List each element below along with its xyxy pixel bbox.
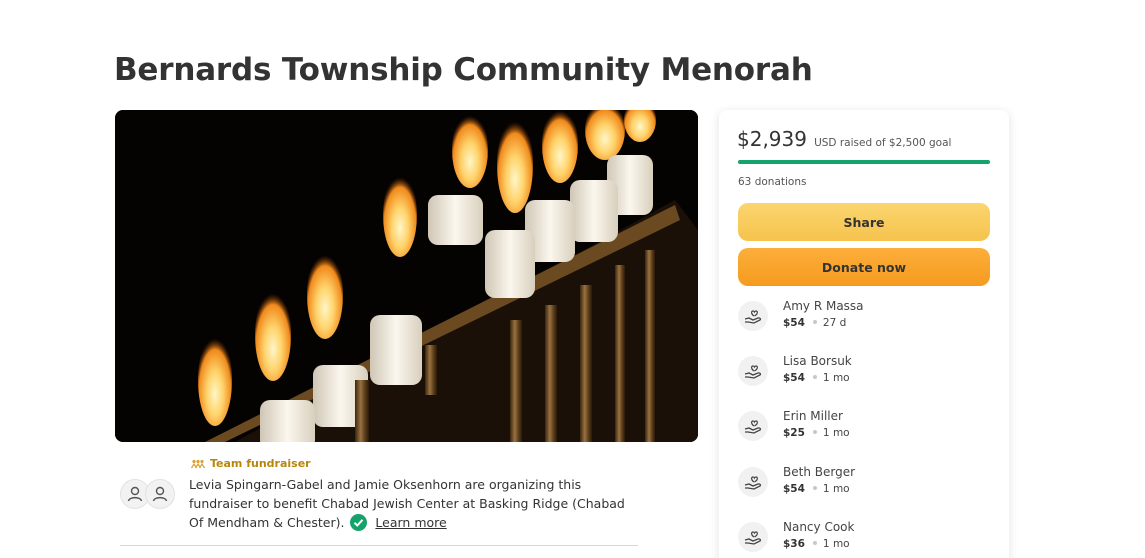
donor-name: Beth Berger bbox=[783, 465, 856, 479]
donor-item: Amy R Massa $54 27 d bbox=[738, 299, 988, 335]
section-divider bbox=[120, 545, 638, 546]
donor-name: Nancy Cook bbox=[783, 520, 855, 534]
donor-name: Lisa Borsuk bbox=[783, 354, 852, 368]
donor-item: Lisa Borsuk $54 1 mo bbox=[738, 354, 988, 390]
donation-hand-icon bbox=[738, 356, 768, 386]
donor-time: 1 mo bbox=[822, 427, 850, 439]
donor-time: 1 mo bbox=[822, 538, 850, 550]
donor-amount: $36 bbox=[783, 538, 805, 550]
donor-item: Nancy Cook $36 1 mo bbox=[738, 520, 988, 556]
donor-amount: $25 bbox=[783, 427, 805, 439]
goal-text: USD raised of $2,500 goal bbox=[814, 137, 952, 149]
raised-amount: $2,939 bbox=[737, 127, 807, 151]
page-title: Bernards Township Community Menorah bbox=[114, 52, 813, 88]
hero-image bbox=[115, 110, 698, 442]
organizer-section: Team fundraiser Levia Spingarn-Gabel and… bbox=[120, 455, 640, 545]
donor-item: Beth Berger $54 1 mo bbox=[738, 465, 988, 501]
donation-hand-icon bbox=[738, 522, 768, 552]
donor-meta: $36 1 mo bbox=[783, 538, 850, 550]
donor-item: Erin Miller $25 1 mo bbox=[738, 409, 988, 445]
verified-check-icon bbox=[350, 514, 368, 531]
team-icon bbox=[191, 459, 205, 468]
share-button[interactable]: Share bbox=[738, 203, 990, 241]
organizer-description: Levia Spingarn-Gabel and Jamie Oksenhorn… bbox=[189, 475, 634, 532]
donor-meta: $54 1 mo bbox=[783, 483, 850, 495]
team-fundraiser-label: Team fundraiser bbox=[191, 457, 311, 470]
donor-time: 27 d bbox=[822, 317, 847, 329]
donate-now-button[interactable]: Donate now bbox=[738, 248, 990, 286]
donor-name: Amy R Massa bbox=[783, 299, 864, 313]
donor-time: 1 mo bbox=[822, 483, 850, 495]
donation-hand-icon bbox=[738, 467, 768, 497]
menorah-candles-photo bbox=[115, 110, 698, 442]
progress-bar bbox=[738, 160, 990, 164]
donor-time: 1 mo bbox=[822, 372, 850, 384]
organizer-avatar[interactable] bbox=[145, 479, 175, 509]
donation-hand-icon bbox=[738, 411, 768, 441]
donation-hand-icon bbox=[738, 301, 768, 331]
donor-meta: $54 27 d bbox=[783, 317, 846, 329]
learn-more-link[interactable]: Learn more bbox=[375, 515, 446, 530]
donor-meta: $54 1 mo bbox=[783, 372, 850, 384]
donor-meta: $25 1 mo bbox=[783, 427, 850, 439]
raised-summary: $2,939 USD raised of $2,500 goal bbox=[737, 127, 951, 151]
user-icon bbox=[152, 486, 168, 502]
user-icon bbox=[127, 486, 143, 502]
team-label-text: Team fundraiser bbox=[210, 457, 311, 470]
donation-panel: $2,939 USD raised of $2,500 goal 63 dona… bbox=[719, 110, 1009, 558]
donor-amount: $54 bbox=[783, 317, 805, 329]
donor-amount: $54 bbox=[783, 372, 805, 384]
donations-count: 63 donations bbox=[738, 176, 807, 188]
organizer-avatars bbox=[120, 479, 178, 509]
progress-fill bbox=[738, 160, 990, 164]
donor-amount: $54 bbox=[783, 483, 805, 495]
donor-name: Erin Miller bbox=[783, 409, 843, 423]
